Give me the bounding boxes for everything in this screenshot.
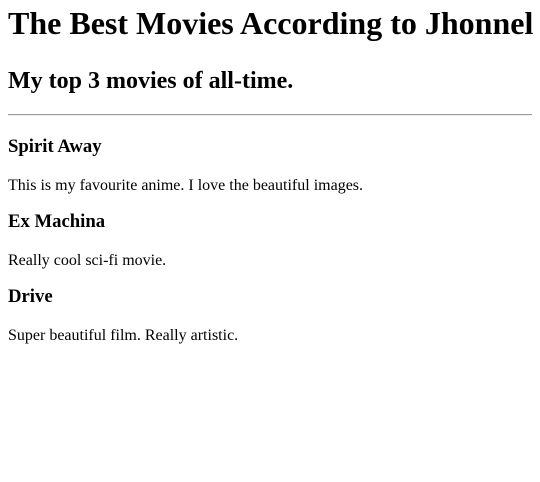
movie-list: Spirit Away This is my favourite anime. …	[8, 136, 532, 345]
movie-title: Spirit Away	[8, 136, 102, 157]
movie-description: This is my favourite anime. I love the b…	[8, 177, 364, 194]
movie-item-drive: Drive Super beautiful film. Really artis…	[8, 286, 532, 345]
divider	[8, 114, 532, 116]
movie-item-ex-machina: Ex Machina Really cool sci-fi movie.	[8, 211, 532, 270]
page-title: The Best Movies According to Jhonnel	[8, 5, 534, 41]
movie-item-spirit-away: Spirit Away This is my favourite anime. …	[8, 136, 532, 195]
page-subtitle: My top 3 movies of all-time.	[8, 68, 294, 94]
movie-description: Super beautiful film. Really artistic.	[8, 327, 239, 344]
movie-title: Drive	[8, 286, 53, 307]
page-content: The Best Movies According to Jhonnel My …	[0, 5, 540, 345]
movie-description: Really cool sci-fi movie.	[8, 252, 167, 269]
movie-title: Ex Machina	[8, 211, 106, 232]
